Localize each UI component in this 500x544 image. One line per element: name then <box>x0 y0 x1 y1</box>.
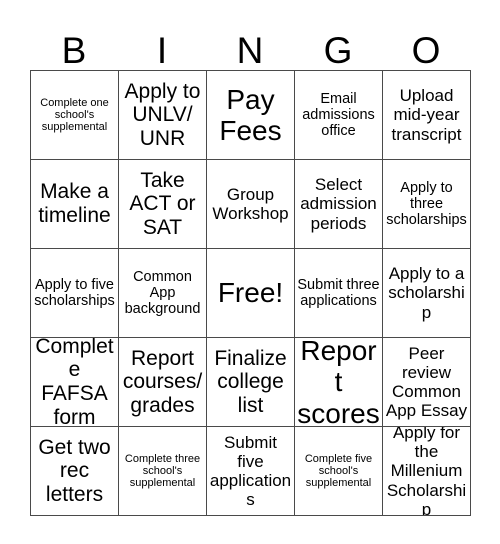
bingo-header-letter-b: B <box>61 30 87 71</box>
bingo-cell-label: Complete five school's supplemental <box>304 452 373 490</box>
bingo-cell[interactable]: Get two rec letters <box>31 427 119 516</box>
bingo-cell[interactable]: Complete five school's supplemental <box>295 427 383 516</box>
bingo-header-letter-i: I <box>156 30 168 71</box>
bingo-cell[interactable]: Email admissions office <box>295 71 383 160</box>
bingo-cell[interactable]: Finalize college list <box>207 338 295 427</box>
bingo-cell[interactable]: Apply to UNLV/ UNR <box>119 71 207 160</box>
bingo-cell-label: Submit three applications <box>297 276 380 309</box>
bingo-cell[interactable]: Apply to three scholarships <box>383 160 471 249</box>
bingo-cell-label: Email admissions office <box>302 90 375 140</box>
bingo-free-space-cell[interactable]: Free! <box>207 249 295 338</box>
bingo-header-letter-o: O <box>411 30 441 71</box>
bingo-cell-label: Common App background <box>124 268 201 318</box>
bingo-cell-label: Peer review Common App Essay <box>385 343 468 421</box>
bingo-cell-label: Make a timeline <box>38 180 111 227</box>
bingo-cell[interactable]: Complete FAFSA form <box>31 338 119 427</box>
bingo-cell-label: Get two rec letters <box>38 435 111 506</box>
bingo-cell-label: Select admission periods <box>300 175 377 233</box>
bingo-cell[interactable]: Group Workshop <box>207 160 295 249</box>
bingo-cell[interactable]: Common App background <box>119 249 207 338</box>
bingo-cell-label: Apply to a scholarship <box>388 264 465 322</box>
bingo-cell-label: Apply for the Millenium Scholarship <box>386 427 467 516</box>
bingo-cell-label: Pay Fees <box>219 83 282 146</box>
bingo-cell[interactable]: Submit three applications <box>295 249 383 338</box>
bingo-cell-label: Report scores <box>297 338 380 427</box>
bingo-cell[interactable]: Upload mid-year transcript <box>383 71 471 160</box>
bingo-cell[interactable]: Apply to five scholarships <box>31 249 119 338</box>
bingo-cell[interactable]: Complete three school's supplemental <box>119 427 207 516</box>
bingo-grid: Complete one school's supplemental Apply… <box>30 70 471 516</box>
bingo-cell[interactable]: Report courses/ grades <box>119 338 207 427</box>
bingo-cell[interactable]: Pay Fees <box>207 71 295 160</box>
bingo-cell[interactable]: Apply to a scholarship <box>383 249 471 338</box>
bingo-cell-label: Take ACT or SAT <box>129 168 196 239</box>
bingo-header-letter-g: G <box>323 30 353 71</box>
bingo-free-space-label: Free! <box>217 277 284 309</box>
bingo-cell-label: Apply to five scholarships <box>34 276 115 309</box>
bingo-cell-label: Complete three school's supplemental <box>124 452 201 490</box>
bingo-header-row: B I N G O <box>30 22 470 70</box>
bingo-cell-label: Apply to UNLV/ UNR <box>124 79 201 150</box>
bingo-cell[interactable]: Complete one school's supplemental <box>31 71 119 160</box>
bingo-cell-label: Report courses/ grades <box>122 346 203 417</box>
bingo-cell-label: Complete FAFSA form <box>35 338 114 427</box>
bingo-cell[interactable]: Select admission periods <box>295 160 383 249</box>
bingo-cell[interactable]: Make a timeline <box>31 160 119 249</box>
bingo-cell-label: Upload mid-year transcript <box>391 86 462 144</box>
bingo-cell[interactable]: Take ACT or SAT <box>119 160 207 249</box>
bingo-cell[interactable]: Peer review Common App Essay <box>383 338 471 427</box>
bingo-cell[interactable]: Apply for the Millenium Scholarship <box>383 427 471 516</box>
bingo-cell-label: Complete one school's supplemental <box>40 96 109 134</box>
bingo-cell[interactable]: Report scores <box>295 338 383 427</box>
bingo-cell[interactable]: Submit five applications <box>207 427 295 516</box>
bingo-header-letter-n: N <box>236 30 264 71</box>
bingo-cell-label: Finalize college list <box>214 346 287 417</box>
bingo-cell-label: Group Workshop <box>212 184 289 223</box>
bingo-cell-label: Submit five applications <box>209 432 292 510</box>
bingo-cell-label: Apply to three scholarships <box>386 179 467 229</box>
bingo-card: B I N G O Complete one school's suppleme… <box>30 22 471 516</box>
